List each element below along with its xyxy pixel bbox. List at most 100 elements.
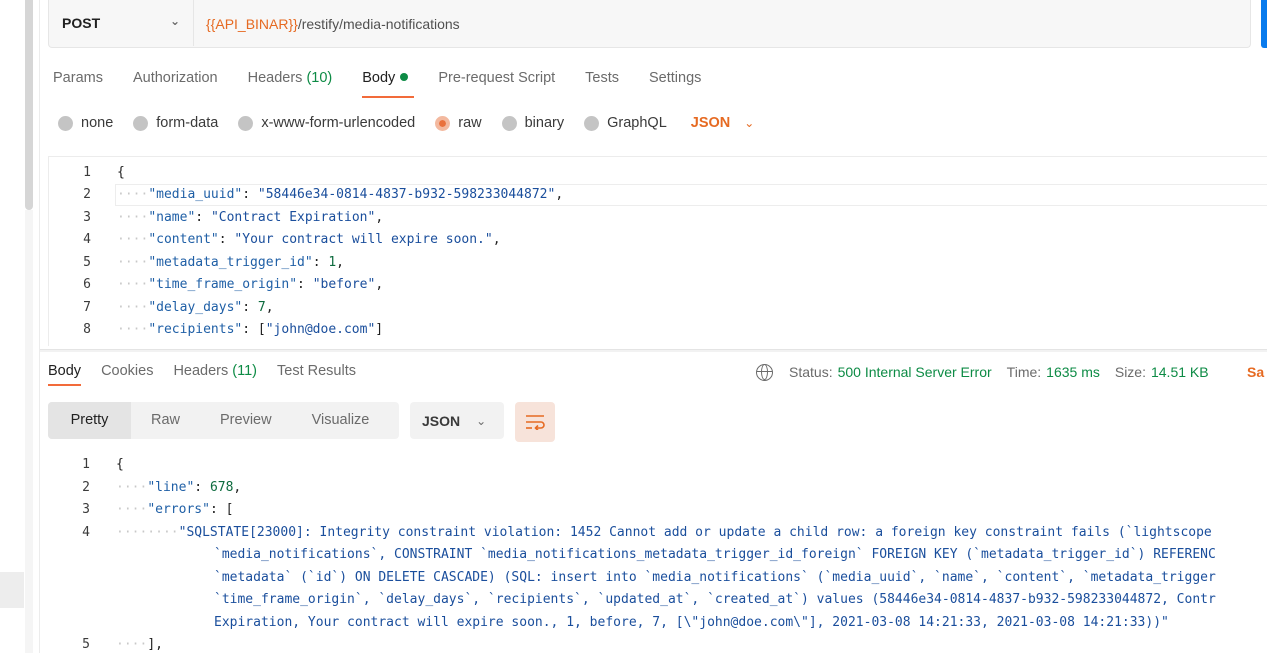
tab-cookies[interactable]: Cookies [101,360,153,386]
json-number: 7 [257,300,266,315]
url-variable: {{API_BINAR}} [206,15,298,32]
json-key: "recipients" [148,322,243,337]
tab-label: Authorization [132,70,218,86]
code-line: 6 ····"time_frame_origin": "before", [49,274,1267,296]
tab-label: Headers [173,363,229,379]
method-select[interactable]: POST ⌄ [49,0,194,46]
tab-label: Body [362,70,396,86]
pane-divider[interactable] [40,349,1267,352]
line-number: 3 [82,502,90,517]
tab-params[interactable]: Params [53,66,103,98]
mode-label: raw [458,115,482,131]
globe-icon[interactable] [756,363,773,381]
response-body-viewer[interactable]: 1{ 2 ····"line": 678, 3 ····"errors": [ 4 ·… [48,453,1267,653]
line-number: 7 [83,300,91,315]
tab-test-results[interactable]: Test Results [277,360,356,386]
response-status-bar: Status: 500 Internal Server Error Time: 16… [756,361,1224,383]
tab-label: Test Results [277,363,356,379]
line-number: 2 [82,480,90,495]
line-number: 8 [83,322,91,337]
tab-count: (10) [306,70,333,86]
mode-label: form-data [156,115,219,131]
punct: , [265,300,274,315]
json-value: "john@doe.com" [265,322,376,337]
tab-count: (11) [232,363,258,379]
method-label: POST [62,15,101,31]
code-line: 2 ····"media_uuid": "58446e34-0814-4837-b… [49,184,1267,206]
tab-label: Headers [247,70,303,86]
url-bar: POST ⌄ {{API_BINAR}}/restify/media-notif… [48,0,1251,48]
json-key: "content" [148,232,219,247]
mode-form-data[interactable]: form-data [133,115,218,131]
left-panel-item[interactable] [0,572,24,608]
mode-graphql[interactable]: GraphQL [584,115,667,131]
status-label: Status: [789,364,833,380]
line-number: 5 [82,637,90,652]
code-line: 2 ····"line": 678, [48,477,1267,499]
json-key: "errors" [147,502,210,517]
chevron-down-icon: ⌄ [744,116,755,130]
code-line: 4 ········"SQLSTATE[23000]: Integrity con… [48,522,1267,544]
view-preview-button[interactable]: Preview [200,402,292,439]
send-button-edge[interactable] [1261,0,1267,48]
mode-label: none [81,115,114,131]
punct: , [375,210,384,225]
radio-icon[interactable] [133,115,149,131]
tab-headers[interactable]: Headers (10) [248,66,333,98]
code-line: 5 ····], [48,634,1267,653]
tab-pre-request-script[interactable]: Pre-request Script [438,66,555,98]
radio-selected-icon[interactable] [435,115,451,131]
mode-raw[interactable]: raw [435,115,482,131]
request-body-editor[interactable]: 1 { 2 ····"media_uuid": "58446e34-0814-483… [48,156,1267,346]
radio-icon[interactable] [58,115,73,131]
view-pretty-button[interactable]: Pretty [48,402,131,439]
size-value[interactable]: 14.51 KB [1151,364,1209,380]
left-scrollbar-thumb[interactable] [25,0,33,210]
code-line-wrapped: Expiration, Your contract will expire so… [48,612,1267,634]
time-value[interactable]: 1635 ms [1046,364,1100,380]
body-format-select[interactable]: JSON ⌄ [691,115,755,131]
mode-binary[interactable]: binary [501,115,564,131]
mode-urlencoded[interactable]: x-www-form-urlencoded [238,115,415,131]
tab-label: Body [48,363,82,379]
radio-icon[interactable] [584,115,600,131]
error-string: `metadata` (`id`) ON DELETE CASCADE) (SQ… [214,570,1216,585]
line-number: 1 [83,165,91,180]
mode-none[interactable]: none [58,115,113,131]
json-key: "name" [148,210,196,225]
code-text: ], [147,637,163,652]
code-line-wrapped: `time_frame_origin`, `delay_days`, `reci… [48,589,1267,611]
view-raw-button[interactable]: Raw [131,402,200,439]
format-label: JSON [690,115,731,131]
punct: , [555,187,564,202]
punct: , [492,232,501,247]
tab-tests[interactable]: Tests [585,66,619,98]
save-response-button[interactable]: Sa [1247,361,1264,383]
tab-label: Tests [585,70,620,86]
radio-icon[interactable] [501,115,517,131]
tab-authorization[interactable]: Authorization [133,66,218,98]
tab-body[interactable]: Body [362,66,415,98]
radio-icon[interactable] [238,115,254,131]
tab-label: Settings [649,70,702,86]
line-number: 3 [83,210,91,225]
url-input[interactable]: {{API_BINAR}}/restify/media-notification… [194,0,460,47]
wrap-lines-icon [526,415,545,430]
punct: [ [257,322,266,337]
view-visualize-button[interactable]: Visualize [292,402,390,439]
line-number: 5 [83,255,91,270]
response-format-select[interactable]: JSON ⌄ [410,402,504,439]
left-scrollbar-track[interactable] [25,210,33,653]
code-line: 5 ····"metadata_trigger_id": 1, [49,252,1267,274]
json-key: "metadata_trigger_id" [148,255,313,270]
line-number: 2 [83,187,91,202]
wrap-lines-button[interactable] [515,402,555,442]
tab-settings[interactable]: Settings [649,66,701,98]
code-text: { [117,165,125,180]
tab-response-headers[interactable]: Headers (11) [173,360,257,386]
tab-response-body[interactable]: Body [48,360,82,386]
status-value[interactable]: 500 Internal Server Error [838,364,992,380]
punct: [ [225,502,234,517]
response-tabs: Body Cookies Headers (11) Test Results [48,360,376,386]
chevron-down-icon: ⌄ [169,14,180,28]
